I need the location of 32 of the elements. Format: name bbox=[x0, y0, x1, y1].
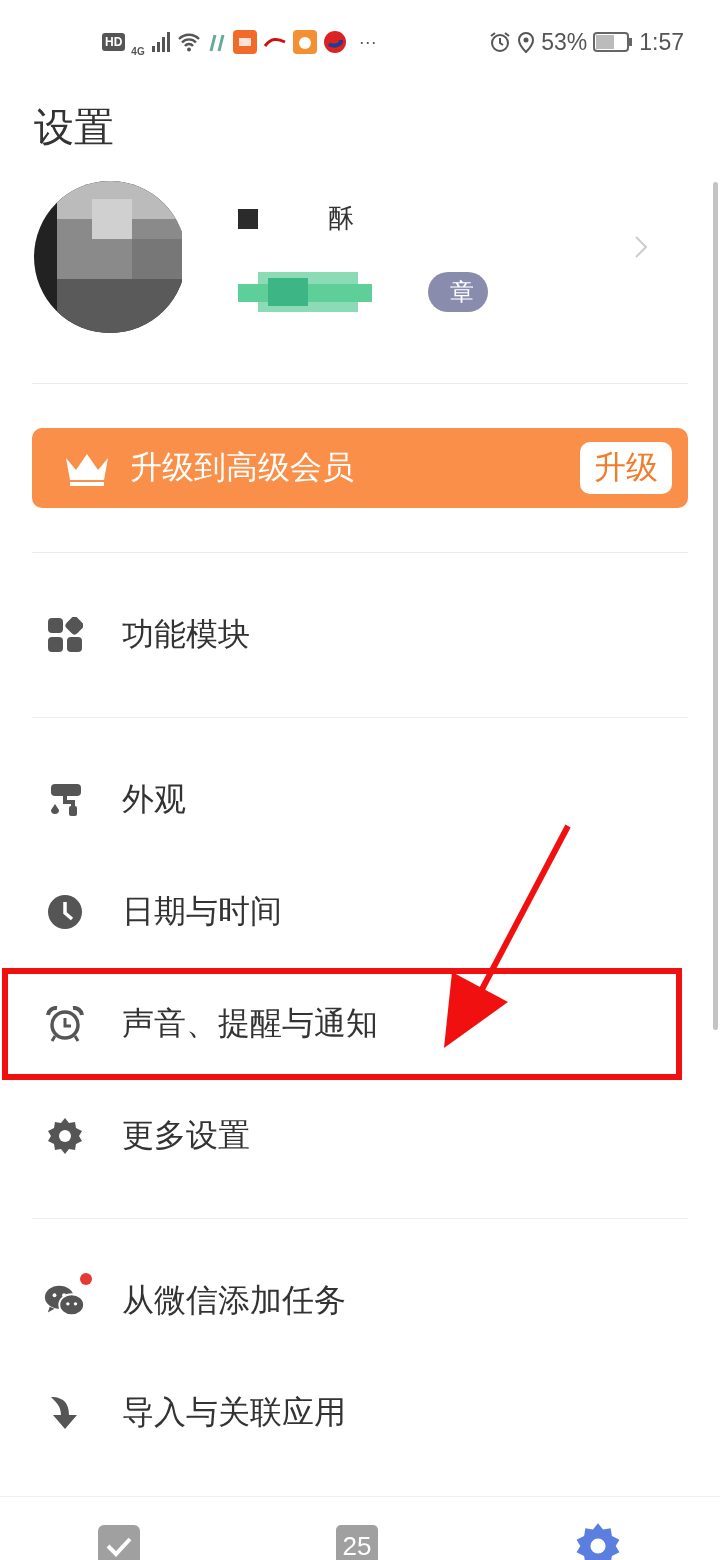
app-icon bbox=[322, 30, 347, 54]
settings-icon bbox=[46, 1117, 84, 1155]
modules-icon bbox=[47, 617, 83, 653]
settings-item[interactable]: 导入与关联应用 bbox=[2, 1357, 682, 1469]
user-name: 酥 bbox=[328, 202, 354, 235]
signal-icon bbox=[150, 32, 171, 52]
app-icon bbox=[292, 30, 317, 54]
upgrade-text: 升级到高级会员 bbox=[130, 447, 355, 488]
hd-badge: HD bbox=[102, 33, 126, 51]
clock-time: 1:57 bbox=[639, 28, 684, 56]
app-icon bbox=[232, 30, 257, 54]
settings-item[interactable]: 功能模块 bbox=[2, 579, 682, 691]
settings-tab[interactable] bbox=[574, 1522, 622, 1560]
settings-item[interactable]: 声音、提醒与通知 bbox=[2, 968, 682, 1080]
tasks-tab[interactable] bbox=[98, 1525, 140, 1560]
settings-item[interactable]: 更多设置 bbox=[2, 1080, 682, 1192]
alarm-icon bbox=[489, 31, 512, 53]
settings-item[interactable]: 外观 bbox=[2, 744, 682, 856]
chevron-right-icon[interactable] bbox=[634, 234, 648, 259]
battery-percent: 53% bbox=[541, 28, 588, 56]
network-type: 4G bbox=[131, 45, 145, 57]
alarm-clock-icon bbox=[46, 1006, 84, 1042]
page-title: 设置 bbox=[33, 103, 115, 152]
wifi-icon bbox=[176, 32, 201, 52]
medal-badge: 章 bbox=[428, 272, 488, 312]
settings-item[interactable]: 从微信添加任务 bbox=[2, 1245, 682, 1357]
location-icon bbox=[517, 31, 536, 53]
battery-icon bbox=[593, 32, 634, 52]
mosaic-block bbox=[238, 208, 258, 229]
more-notifications: ··· bbox=[358, 31, 377, 53]
settings-item[interactable]: 日期与时间 bbox=[2, 856, 682, 968]
clock-icon bbox=[47, 894, 83, 930]
